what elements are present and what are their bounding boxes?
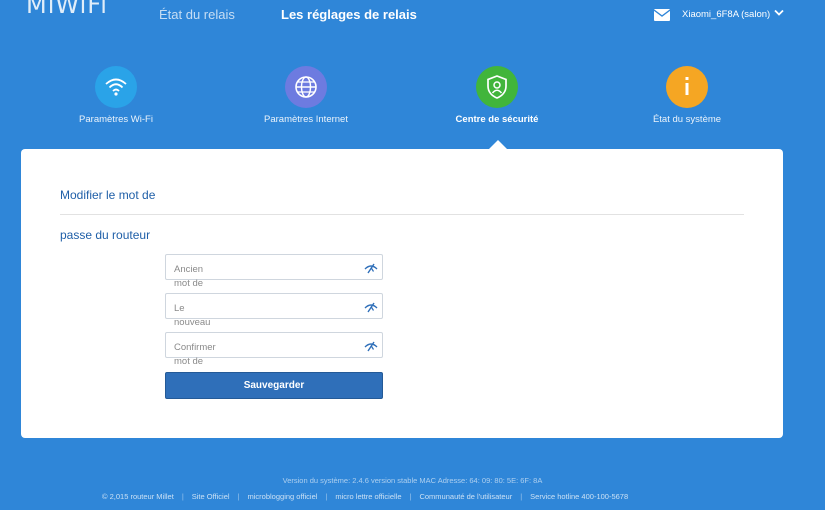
- chevron-down-icon[interactable]: [774, 9, 784, 17]
- footer-hotline: Service hotline 400-100-5678: [530, 492, 629, 501]
- confirm-password-field[interactable]: Confirmer mot de: [165, 332, 383, 367]
- old-password-placeholder: Ancien: [174, 264, 204, 275]
- miwifi-logo[interactable]: MiWiFi: [26, 0, 108, 19]
- new-password-placeholder-more: nouveau: [174, 317, 211, 328]
- mail-icon[interactable]: [654, 9, 670, 21]
- nav-relay-settings[interactable]: Les réglages de relais: [281, 7, 417, 22]
- confirm-password-placeholder-more: mot de: [174, 356, 204, 367]
- card-title-line2: passe du routeur: [60, 228, 151, 242]
- card-title-line1: Modifier le mot de: [60, 188, 156, 202]
- nav-item-internet[interactable]: Paramètres Internet: [206, 66, 406, 125]
- nav-item-security[interactable]: Centre de sécurité: [397, 66, 597, 125]
- nav-item-wifi[interactable]: Paramètres Wi-Fi: [16, 66, 216, 125]
- nav-relay-status[interactable]: État du relais: [159, 7, 235, 22]
- show-password-icon[interactable]: [364, 261, 378, 275]
- shield-icon: [476, 66, 518, 108]
- nav-item-system[interactable]: État du système: [587, 66, 787, 125]
- old-password-placeholder-more: mot de: [174, 278, 204, 289]
- info-icon: [666, 66, 708, 108]
- nav-item-label: Paramètres Internet: [264, 114, 348, 125]
- password-card: Modifier le mot de passe du routeur Anci…: [21, 149, 783, 438]
- header-bar: MiWiFi État du relais Les réglages de re…: [0, 0, 825, 34]
- footer-links: © 2,015 routeur Millet | Site Officiel | mic…: [102, 492, 629, 501]
- globe-icon: [285, 66, 327, 108]
- footer-link-community[interactable]: Communauté de l'utilisateur: [419, 492, 512, 501]
- new-password-field[interactable]: Le nouveau: [165, 293, 383, 328]
- new-password-placeholder: Le: [174, 303, 185, 314]
- device-name[interactable]: Xiaomi_6F8A (salon): [682, 9, 770, 20]
- active-tab-pointer: [489, 140, 507, 149]
- old-password-field[interactable]: Ancien mot de: [165, 254, 383, 289]
- footer-link-official-site[interactable]: Site Officiel: [192, 492, 230, 501]
- wifi-icon: [95, 66, 137, 108]
- save-button[interactable]: Sauvegarder: [165, 372, 383, 399]
- divider: [60, 214, 744, 215]
- nav-item-label: État du système: [652, 114, 722, 125]
- nav-item-label: Centre de sécurité: [455, 114, 539, 125]
- nav-item-label: Paramètres Wi-Fi: [79, 114, 153, 125]
- show-password-icon[interactable]: [364, 300, 378, 314]
- footer-link-micro-letter[interactable]: micro lettre officielle: [335, 492, 401, 501]
- confirm-password-placeholder: Confirmer: [174, 342, 216, 353]
- footer-copyright: © 2,015 routeur Millet: [102, 492, 174, 501]
- show-password-icon[interactable]: [364, 339, 378, 353]
- footer-version: Version du système: 2.4.6 version stable…: [282, 476, 543, 485]
- footer-link-microblog[interactable]: microblogging officiel: [248, 492, 318, 501]
